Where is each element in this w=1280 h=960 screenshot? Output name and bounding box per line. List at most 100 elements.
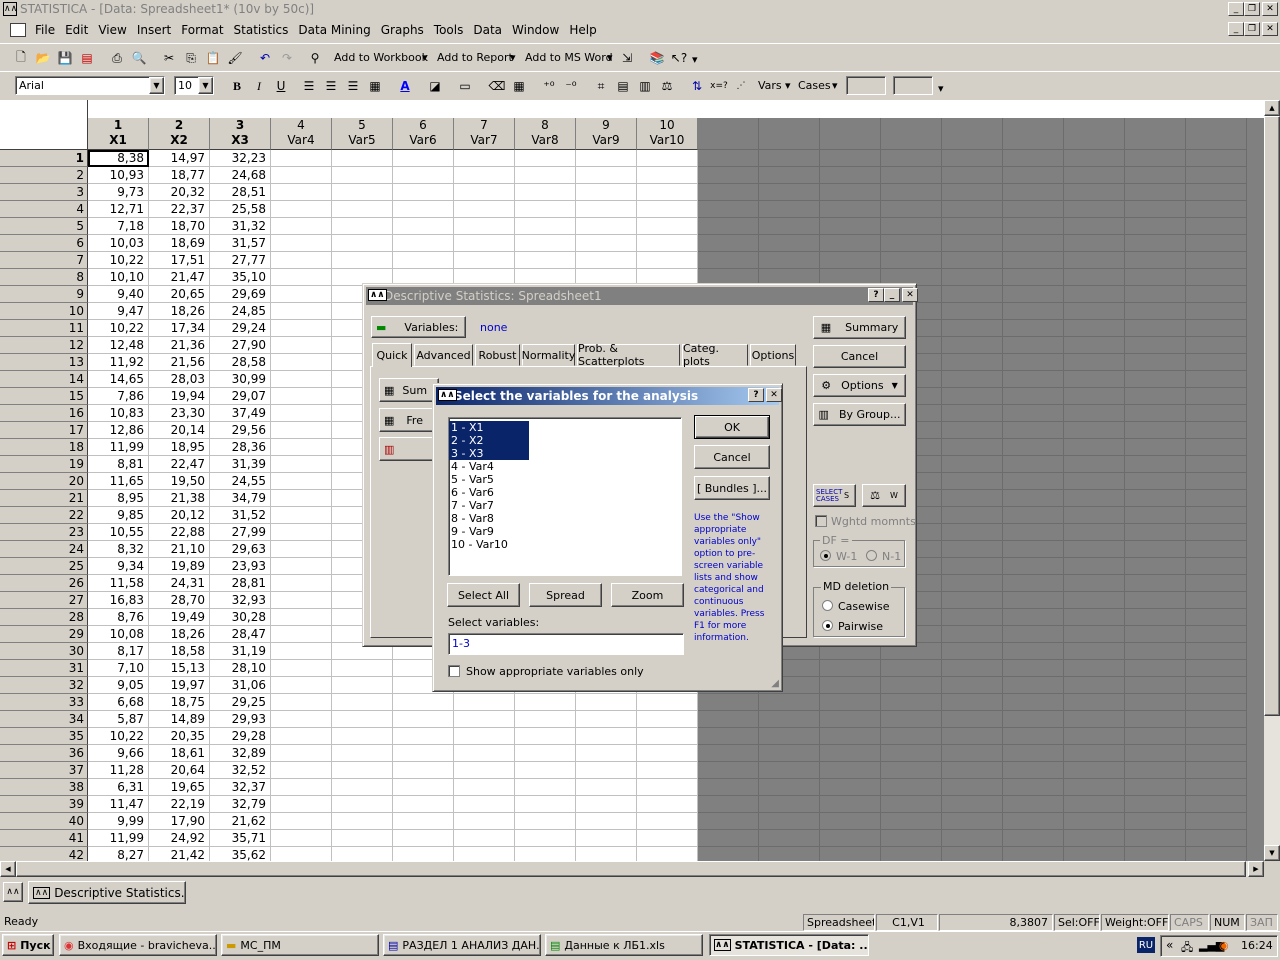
table-cell[interactable]: 6,31 (88, 779, 149, 796)
row-header[interactable]: 24 (0, 541, 88, 558)
df-n1-radio[interactable] (866, 550, 877, 561)
table-cell[interactable]: 21,62 (210, 813, 271, 830)
table-cell[interactable] (576, 779, 637, 796)
eraser-icon[interactable]: ⌫ (488, 77, 506, 95)
row-header[interactable]: 11 (0, 320, 88, 337)
case-icon[interactable]: ▤ (614, 77, 632, 95)
table-cell[interactable]: 27,77 (210, 252, 271, 269)
table-cell[interactable] (454, 745, 515, 762)
table-cell[interactable] (454, 252, 515, 269)
descriptive-stats-minimized[interactable]: ∧∧ Descriptive Statistics... (28, 881, 186, 904)
row-header[interactable]: 6 (0, 235, 88, 252)
table-cell[interactable] (271, 813, 332, 830)
table-cell[interactable]: 24,55 (210, 473, 271, 490)
row-header[interactable]: 32 (0, 677, 88, 694)
row-header[interactable]: 42 (0, 847, 88, 861)
table-cell[interactable]: 37,49 (210, 405, 271, 422)
table-cell[interactable] (271, 609, 332, 626)
table-cell[interactable] (576, 184, 637, 201)
restore-button[interactable]: ❐ (1244, 2, 1260, 16)
table-cell[interactable] (271, 388, 332, 405)
column-header[interactable]: 9 Var9 (576, 118, 637, 150)
select-cases-button[interactable]: SELECT CASES S (813, 484, 856, 507)
pairwise-radio[interactable] (822, 620, 833, 631)
table-cell[interactable]: 28,36 (210, 439, 271, 456)
column-header[interactable]: 1 X1 (88, 118, 149, 150)
table-cell[interactable]: 30,28 (210, 609, 271, 626)
list-item[interactable]: 2 - X2 (449, 434, 529, 447)
fill-color-icon[interactable]: ◪ (426, 77, 444, 95)
table-cell[interactable] (271, 286, 332, 303)
table-cell[interactable]: 31,19 (210, 643, 271, 660)
list-item[interactable]: 7 - Var7 (449, 499, 529, 512)
close-button[interactable]: ✕ (902, 288, 918, 302)
spread-button[interactable]: Spread (529, 583, 602, 607)
table-cell[interactable] (576, 813, 637, 830)
table-cell[interactable] (393, 762, 454, 779)
list-item[interactable]: 5 - Var5 (449, 473, 529, 486)
table-cell[interactable] (454, 711, 515, 728)
table-cell[interactable]: 9,99 (88, 813, 149, 830)
cancel-button[interactable]: Cancel (813, 345, 906, 368)
table-cell[interactable] (576, 762, 637, 779)
table-cell[interactable] (637, 728, 698, 745)
table-cell[interactable]: 11,92 (88, 354, 149, 371)
tab-robust[interactable]: Robust (475, 344, 520, 366)
table-cell[interactable] (515, 218, 576, 235)
row-header[interactable]: 5 (0, 218, 88, 235)
row-header[interactable]: 18 (0, 439, 88, 456)
context-help-icon[interactable]: ↖? (670, 49, 688, 67)
menu-tools[interactable]: Tools (429, 23, 469, 37)
table-cell[interactable] (576, 728, 637, 745)
table-cell[interactable]: 9,85 (88, 507, 149, 524)
table-cell[interactable] (332, 150, 393, 167)
table-cell[interactable] (637, 779, 698, 796)
table-cell[interactable]: 22,47 (149, 456, 210, 473)
row-header[interactable]: 33 (0, 694, 88, 711)
add-to-workbook-button[interactable]: Add to Workbook (334, 51, 428, 64)
table-cell[interactable] (271, 558, 332, 575)
table-cell[interactable]: 9,47 (88, 303, 149, 320)
table-cell[interactable]: 21,47 (149, 269, 210, 286)
table-cell[interactable] (332, 694, 393, 711)
table-cell[interactable]: 10,08 (88, 626, 149, 643)
recode-icon[interactable]: ⋰ (732, 77, 750, 95)
table-cell[interactable]: 11,47 (88, 796, 149, 813)
add-decimal-icon[interactable]: ⁺⁰ (540, 77, 558, 95)
menu-statistics[interactable]: Statistics (229, 23, 294, 37)
table-cell[interactable] (271, 745, 332, 762)
table-cell[interactable] (271, 762, 332, 779)
table-cell[interactable] (576, 201, 637, 218)
table-cell[interactable]: 29,07 (210, 388, 271, 405)
row-header[interactable]: 25 (0, 558, 88, 575)
taskbar-item-word[interactable]: ▤ РАЗДЕЛ 1 АНАЛИЗ ДАН... (383, 934, 541, 956)
select-variables-input[interactable]: 1-3 (448, 633, 684, 655)
table-cell[interactable] (515, 728, 576, 745)
scroll-right-icon[interactable]: ▶ (1248, 861, 1264, 877)
doc-restore-button[interactable]: ❐ (1244, 22, 1260, 36)
table-cell[interactable] (454, 167, 515, 184)
table-cell[interactable]: 9,34 (88, 558, 149, 575)
table-cell[interactable] (271, 422, 332, 439)
table-cell[interactable]: 19,89 (149, 558, 210, 575)
formula-icon[interactable]: x=? (710, 77, 728, 95)
list-item[interactable]: 8 - Var8 (449, 512, 529, 525)
list-item[interactable]: 10 - Var10 (449, 538, 529, 551)
table-cell[interactable] (271, 167, 332, 184)
table-cell[interactable] (271, 473, 332, 490)
table-cell[interactable]: 22,37 (149, 201, 210, 218)
autofit-icon[interactable]: ⇲ (618, 49, 636, 67)
column-header[interactable]: 7 Var7 (454, 118, 515, 150)
table-cell[interactable]: 28,58 (210, 354, 271, 371)
row-header[interactable]: 29 (0, 626, 88, 643)
align-center-icon[interactable]: ☰ (322, 77, 340, 95)
row-header[interactable]: 12 (0, 337, 88, 354)
taskbar-item-statistica[interactable]: ∧∧ STATISTICA - [Data: ... (709, 934, 869, 956)
table-cell[interactable] (271, 150, 332, 167)
table-cell[interactable]: 20,14 (149, 422, 210, 439)
table-cell[interactable] (576, 167, 637, 184)
table-cell[interactable]: 18,26 (149, 626, 210, 643)
table-cell[interactable] (271, 779, 332, 796)
table-cell[interactable]: 29,24 (210, 320, 271, 337)
font-size-select[interactable]: 10 ▼ (174, 76, 214, 95)
